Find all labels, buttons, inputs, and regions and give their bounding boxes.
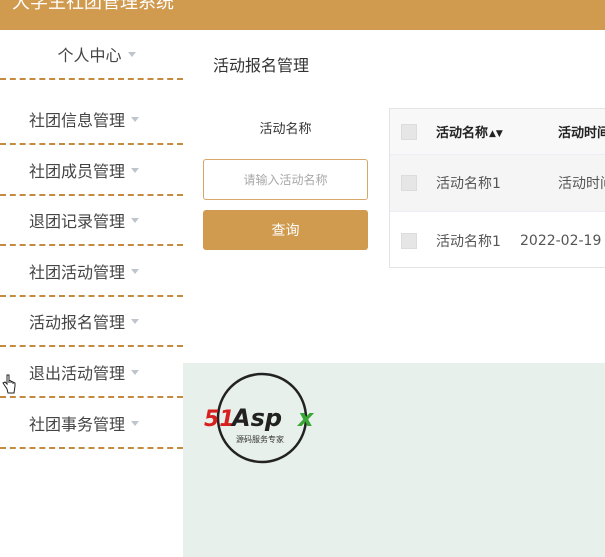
- sidebar-item-activity-signup[interactable]: 活动报名管理: [0, 297, 183, 347]
- sidebar-item-club-members[interactable]: 社团成员管理: [0, 146, 183, 196]
- table-row[interactable]: 活动名称1 2022-02-19: [390, 212, 605, 267]
- sidebar-item-label: 活动报名管理: [29, 313, 126, 332]
- sidebar: 个人中心 社团信息管理 社团成员管理 退团记录管理 社团活动管理 活动报名管理 …: [0, 30, 183, 557]
- cell-activity-time: 活动时间: [558, 176, 605, 192]
- column-header-label: 活动名称: [436, 126, 489, 141]
- sort-icon[interactable]: ▲▼: [489, 129, 503, 139]
- svg-text:51: 51: [204, 407, 235, 432]
- cell-activity-time: 2022-02-19: [520, 232, 602, 249]
- sidebar-item-label: 退团记录管理: [29, 212, 126, 231]
- table-row[interactable]: 活动名称1 活动时间: [390, 155, 605, 212]
- sidebar-item-quit-records[interactable]: 退团记录管理: [0, 196, 183, 246]
- chevron-down-icon: [131, 369, 140, 375]
- query-button[interactable]: 查询: [203, 210, 368, 250]
- svg-text:源码服务专家: 源码服务专家: [236, 434, 284, 444]
- sidebar-item-label: 退出活动管理: [29, 364, 126, 383]
- app-title: 大学生社团管理系统: [12, 0, 174, 13]
- sidebar-item-label: 社团信息管理: [29, 111, 126, 130]
- cell-activity-name: 活动名称1: [436, 176, 501, 192]
- sidebar-item-label: 社团活动管理: [29, 263, 126, 282]
- chevron-down-icon: [131, 217, 140, 223]
- page-title: 活动报名管理: [213, 56, 310, 75]
- sidebar-item-personal-center[interactable]: 个人中心: [0, 30, 183, 80]
- search-label: 活动名称: [259, 122, 312, 137]
- signup-table: 活动名称▲▼ 活动时间 活动名称1 活动时间 活动名称1 2022-02-19: [389, 108, 605, 268]
- sidebar-item-exit-activity[interactable]: 退出活动管理: [0, 348, 183, 398]
- top-bar: 大学生社团管理系统: [0, 0, 605, 30]
- chevron-down-icon: [127, 51, 136, 57]
- column-header-activity-name[interactable]: 活动名称▲▼: [436, 122, 503, 141]
- row-checkbox[interactable]: [401, 175, 417, 191]
- select-all-checkbox[interactable]: [401, 123, 417, 140]
- sidebar-item-club-affairs[interactable]: 社团事务管理: [0, 399, 183, 449]
- sidebar-item-club-activities[interactable]: 社团活动管理: [0, 247, 183, 297]
- row-checkbox[interactable]: [401, 232, 417, 249]
- cell-activity-name: 活动名称1: [436, 233, 501, 250]
- 51aspx-logo: 51 Asp x 源码服务专家: [204, 372, 315, 464]
- table-header-row: 活动名称▲▼ 活动时间: [390, 109, 605, 155]
- chevron-down-icon: [131, 116, 140, 122]
- sidebar-item-club-info[interactable]: 社团信息管理: [0, 95, 183, 145]
- chevron-down-icon: [131, 420, 140, 426]
- sidebar-item-label: 个人中心: [57, 46, 122, 65]
- main-content: 活动报名管理 活动名称 查询 活动名称▲▼ 活动时间 活动名称1 活动时间 活动…: [183, 30, 605, 557]
- sidebar-item-label: 社团事务管理: [29, 415, 126, 434]
- column-header-activity-time[interactable]: 活动时间: [558, 122, 605, 141]
- sidebar-item-label: 社团成员管理: [29, 162, 126, 181]
- chevron-down-icon: [131, 268, 140, 274]
- svg-text:Asp: Asp: [230, 404, 282, 432]
- activity-name-search-input[interactable]: [203, 159, 368, 200]
- hand-cursor-icon: [2, 374, 16, 394]
- chevron-down-icon: [131, 167, 140, 173]
- chevron-down-icon: [131, 318, 140, 324]
- svg-text:x: x: [297, 404, 315, 432]
